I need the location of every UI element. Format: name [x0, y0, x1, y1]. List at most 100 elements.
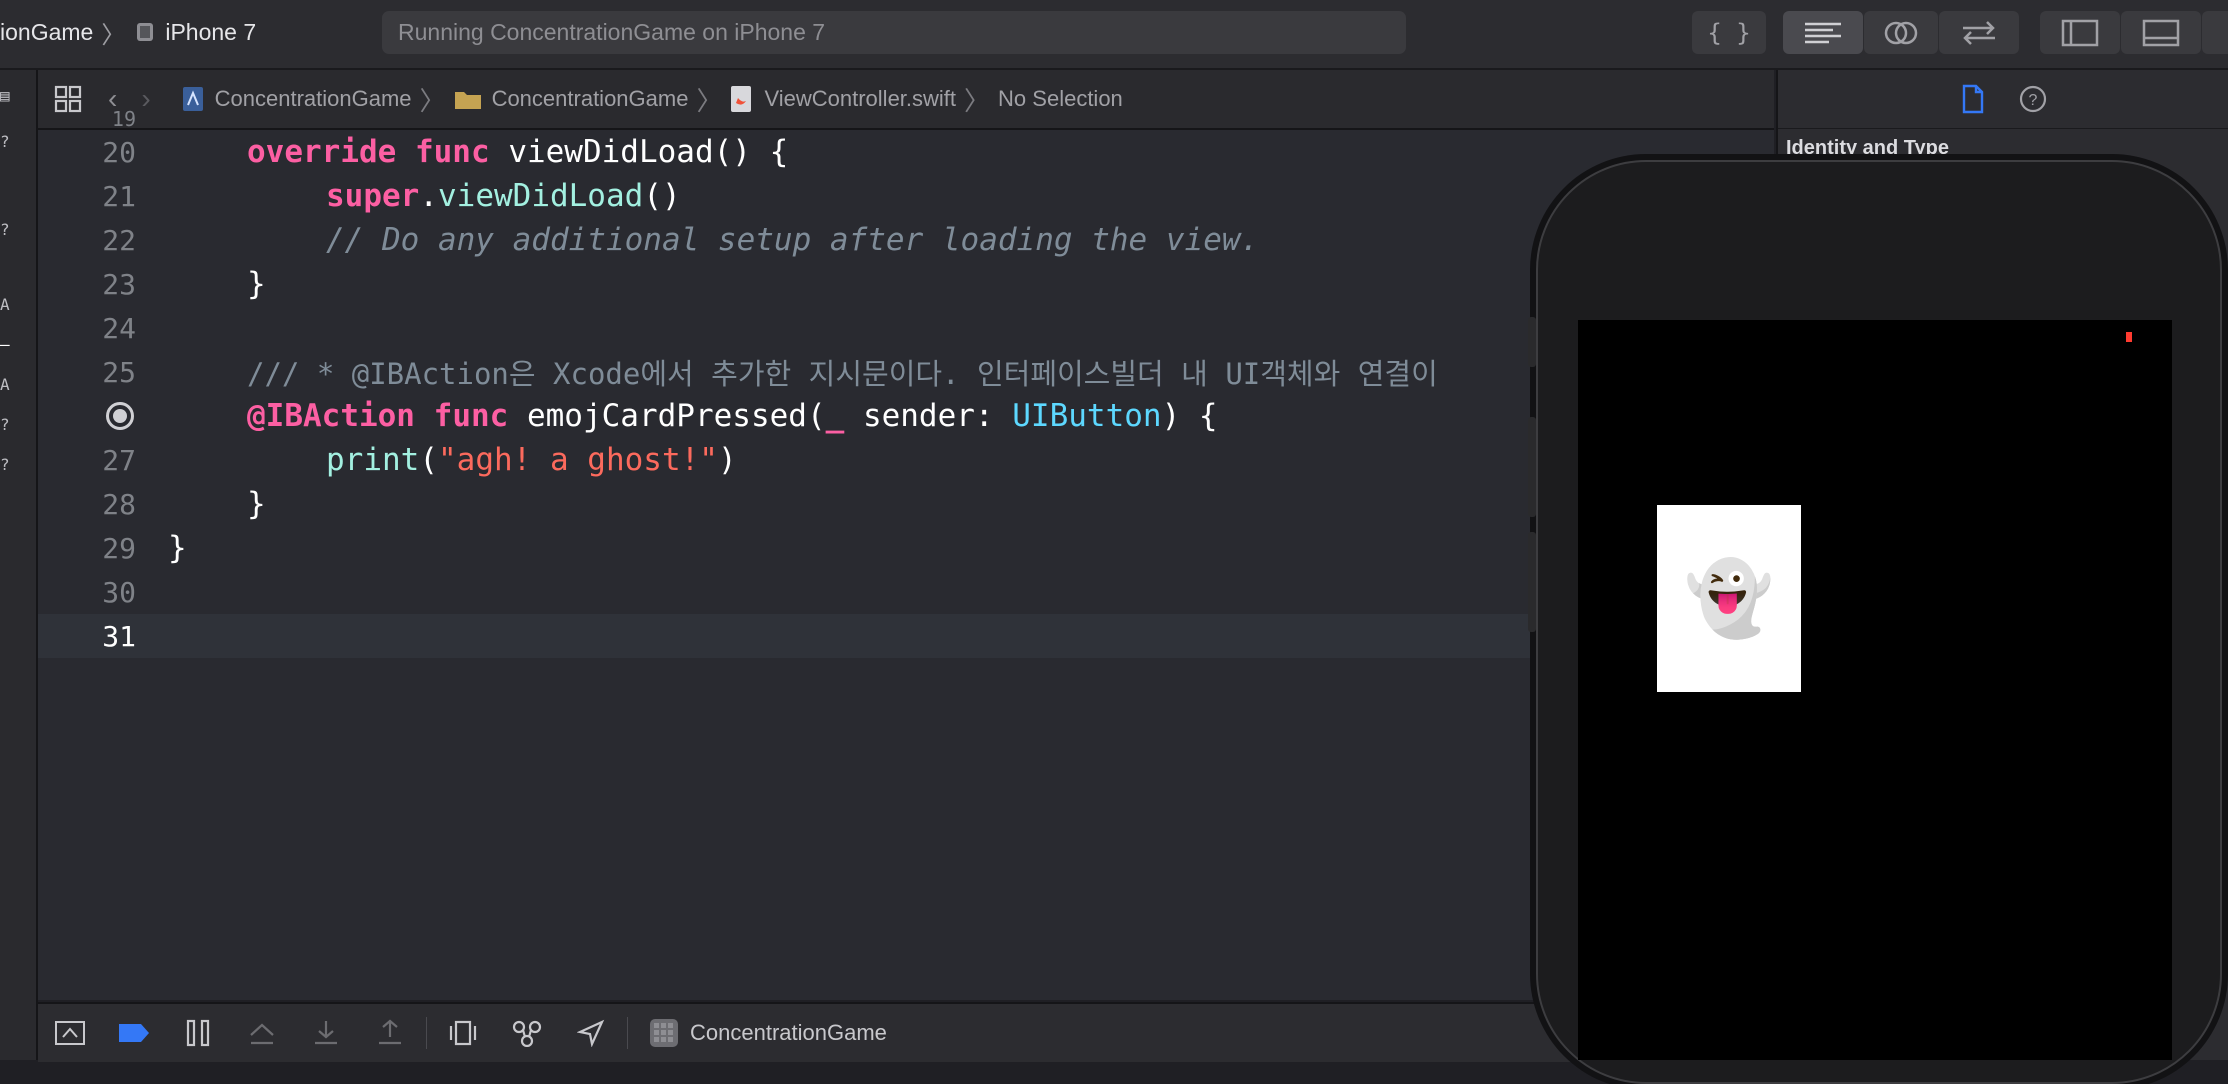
library-button[interactable]: { }: [1692, 11, 1766, 54]
volume-down-button: [1528, 532, 1536, 632]
line-number: 22: [102, 223, 136, 257]
line-number: 29: [102, 531, 136, 565]
view-hierarchy-button[interactable]: [445, 1015, 481, 1051]
breakpoint-toggle-icon: [119, 1024, 149, 1042]
line-number: 19: [111, 107, 136, 131]
memory-graph-icon: [512, 1020, 542, 1047]
code-line: 26 @IBAction func emojCardPressed(_ send…: [38, 394, 1774, 438]
version-editor-button[interactable]: [1939, 11, 2019, 54]
code-comment: // Do any additional setup after loading…: [326, 222, 1260, 258]
code-line: 24: [38, 306, 1774, 350]
app-grid-icon: [650, 1019, 678, 1047]
debug-area-toggle-button[interactable]: [2121, 11, 2201, 54]
code-text: override func viewDidLoad() {: [247, 134, 789, 170]
divider: [627, 1017, 628, 1049]
breakpoints-toggle-button[interactable]: [116, 1015, 152, 1051]
activity-status: Running ConcentrationGame on iPhone 7: [398, 19, 826, 45]
code-line: 22 // Do any additional setup after load…: [38, 218, 1774, 262]
debug-area-toggle-icon: [2142, 19, 2180, 46]
scheme-selector[interactable]: ionGame 〉 iPhone 7: [0, 14, 256, 50]
code-text: super.viewDidLoad(): [326, 178, 681, 214]
step-into-button[interactable]: [308, 1015, 344, 1051]
doc-comment: /// * @IBAction은 Xcode에서 추가한 지시문이다. 인터페이…: [247, 357, 1438, 391]
nav-item-marker: ?: [0, 220, 10, 239]
line-number: 23: [102, 267, 136, 301]
assistant-editor-button[interactable]: [1864, 11, 1938, 54]
nav-item-marker: ?: [0, 132, 10, 151]
standard-editor-icon: [1805, 22, 1841, 43]
device-name[interactable]: iPhone 7: [165, 19, 256, 46]
navigator-panel-edge: ▤ ? ? A — A ? ?: [0, 70, 38, 1060]
nav-item-marker: —: [0, 335, 10, 354]
code-line-partial: 19: [38, 107, 1774, 131]
location-arrow-icon: [577, 1019, 605, 1047]
line-number: 21: [102, 179, 136, 213]
navigator-toggle-icon: [2061, 19, 2099, 46]
volume-up-button: [1528, 417, 1536, 517]
emoji-card-button[interactable]: 👻: [1657, 505, 1801, 692]
step-out-button[interactable]: [372, 1015, 408, 1051]
scheme-name[interactable]: ionGame: [0, 19, 93, 46]
current-code-line: 31: [38, 614, 1774, 658]
code-line: 23 }: [38, 262, 1774, 306]
nav-item-marker: A: [0, 295, 10, 314]
code-line: 21 super.viewDidLoad(): [38, 174, 1774, 218]
memory-graph-button[interactable]: [509, 1015, 545, 1051]
code-text: }: [168, 530, 187, 566]
help-icon[interactable]: ?: [2019, 85, 2047, 113]
line-number: 28: [102, 487, 136, 521]
nav-item-marker: ?: [0, 415, 10, 434]
ghost-emoji: 👻: [1684, 556, 1774, 640]
inspector-toggle-button[interactable]: [2202, 11, 2228, 54]
chevron-right-icon: 〉: [101, 21, 126, 49]
code-line: 29 }: [38, 526, 1774, 570]
standard-editor-button[interactable]: [1783, 11, 1863, 54]
line-number: 24: [102, 311, 136, 345]
recording-indicator: [2126, 332, 2132, 342]
step-out-icon: [379, 1019, 401, 1045]
code-line: 20 override func viewDidLoad() {: [38, 130, 1774, 174]
folder-icon: [454, 92, 481, 109]
line-number: 30: [102, 575, 136, 609]
view-hierarchy-icon: [449, 1020, 477, 1046]
navigator-toggle-button[interactable]: [2040, 11, 2120, 54]
inspector-tabs: ?: [1778, 70, 2228, 129]
code-line: 30: [38, 570, 1774, 614]
line-number: 25: [102, 355, 136, 389]
debug-bar: ConcentrationGame: [38, 1002, 1774, 1062]
app-target-icon: [646, 1015, 682, 1051]
breakpoint-icon[interactable]: [106, 402, 134, 430]
step-over-icon: [250, 1023, 274, 1045]
nav-item-marker: ?: [0, 455, 10, 474]
svg-text:?: ?: [2029, 92, 2038, 109]
code-text: }: [247, 486, 266, 522]
file-inspector-icon[interactable]: [1961, 84, 1985, 114]
code-text: @IBAction func emojCardPressed(_ sender:…: [247, 398, 1218, 434]
source-editor[interactable]: 19 20 override func viewDidLoad() { 21 s…: [38, 107, 1774, 1000]
step-into-icon: [315, 1021, 337, 1045]
line-number: 20: [102, 135, 136, 169]
hide-debug-area-button[interactable]: [52, 1015, 88, 1051]
line-number: 31: [102, 619, 136, 653]
line-number: 27: [102, 443, 136, 477]
debug-target-label[interactable]: ConcentrationGame: [690, 1020, 887, 1046]
code-text: }: [247, 266, 266, 302]
simulate-location-button[interactable]: [573, 1015, 609, 1051]
simulator-screen[interactable]: 👻: [1578, 320, 2172, 1060]
step-over-button[interactable]: [244, 1015, 280, 1051]
divider: [426, 1017, 427, 1049]
version-editor-icon: [1963, 20, 1995, 45]
mute-switch: [1528, 317, 1536, 367]
code-line: 28 }: [38, 482, 1774, 526]
library-icon: { }: [1707, 18, 1751, 47]
assistant-editor-icon: [1884, 21, 1918, 44]
code-line: 25 /// * @IBAction은 Xcode에서 추가한 지시문이다. 인…: [38, 350, 1774, 394]
device-icon: [137, 23, 154, 41]
activity-viewer: Running ConcentrationGame on iPhone 7: [382, 11, 1406, 54]
pause-icon: [186, 1019, 210, 1047]
pause-button[interactable]: [180, 1015, 216, 1051]
issue-icon: ▤: [0, 86, 10, 105]
code-text: print("agh! a ghost!"): [326, 442, 737, 478]
hide-debug-area-icon: [55, 1021, 85, 1045]
code-line: 27 print("agh! a ghost!"): [38, 438, 1774, 482]
